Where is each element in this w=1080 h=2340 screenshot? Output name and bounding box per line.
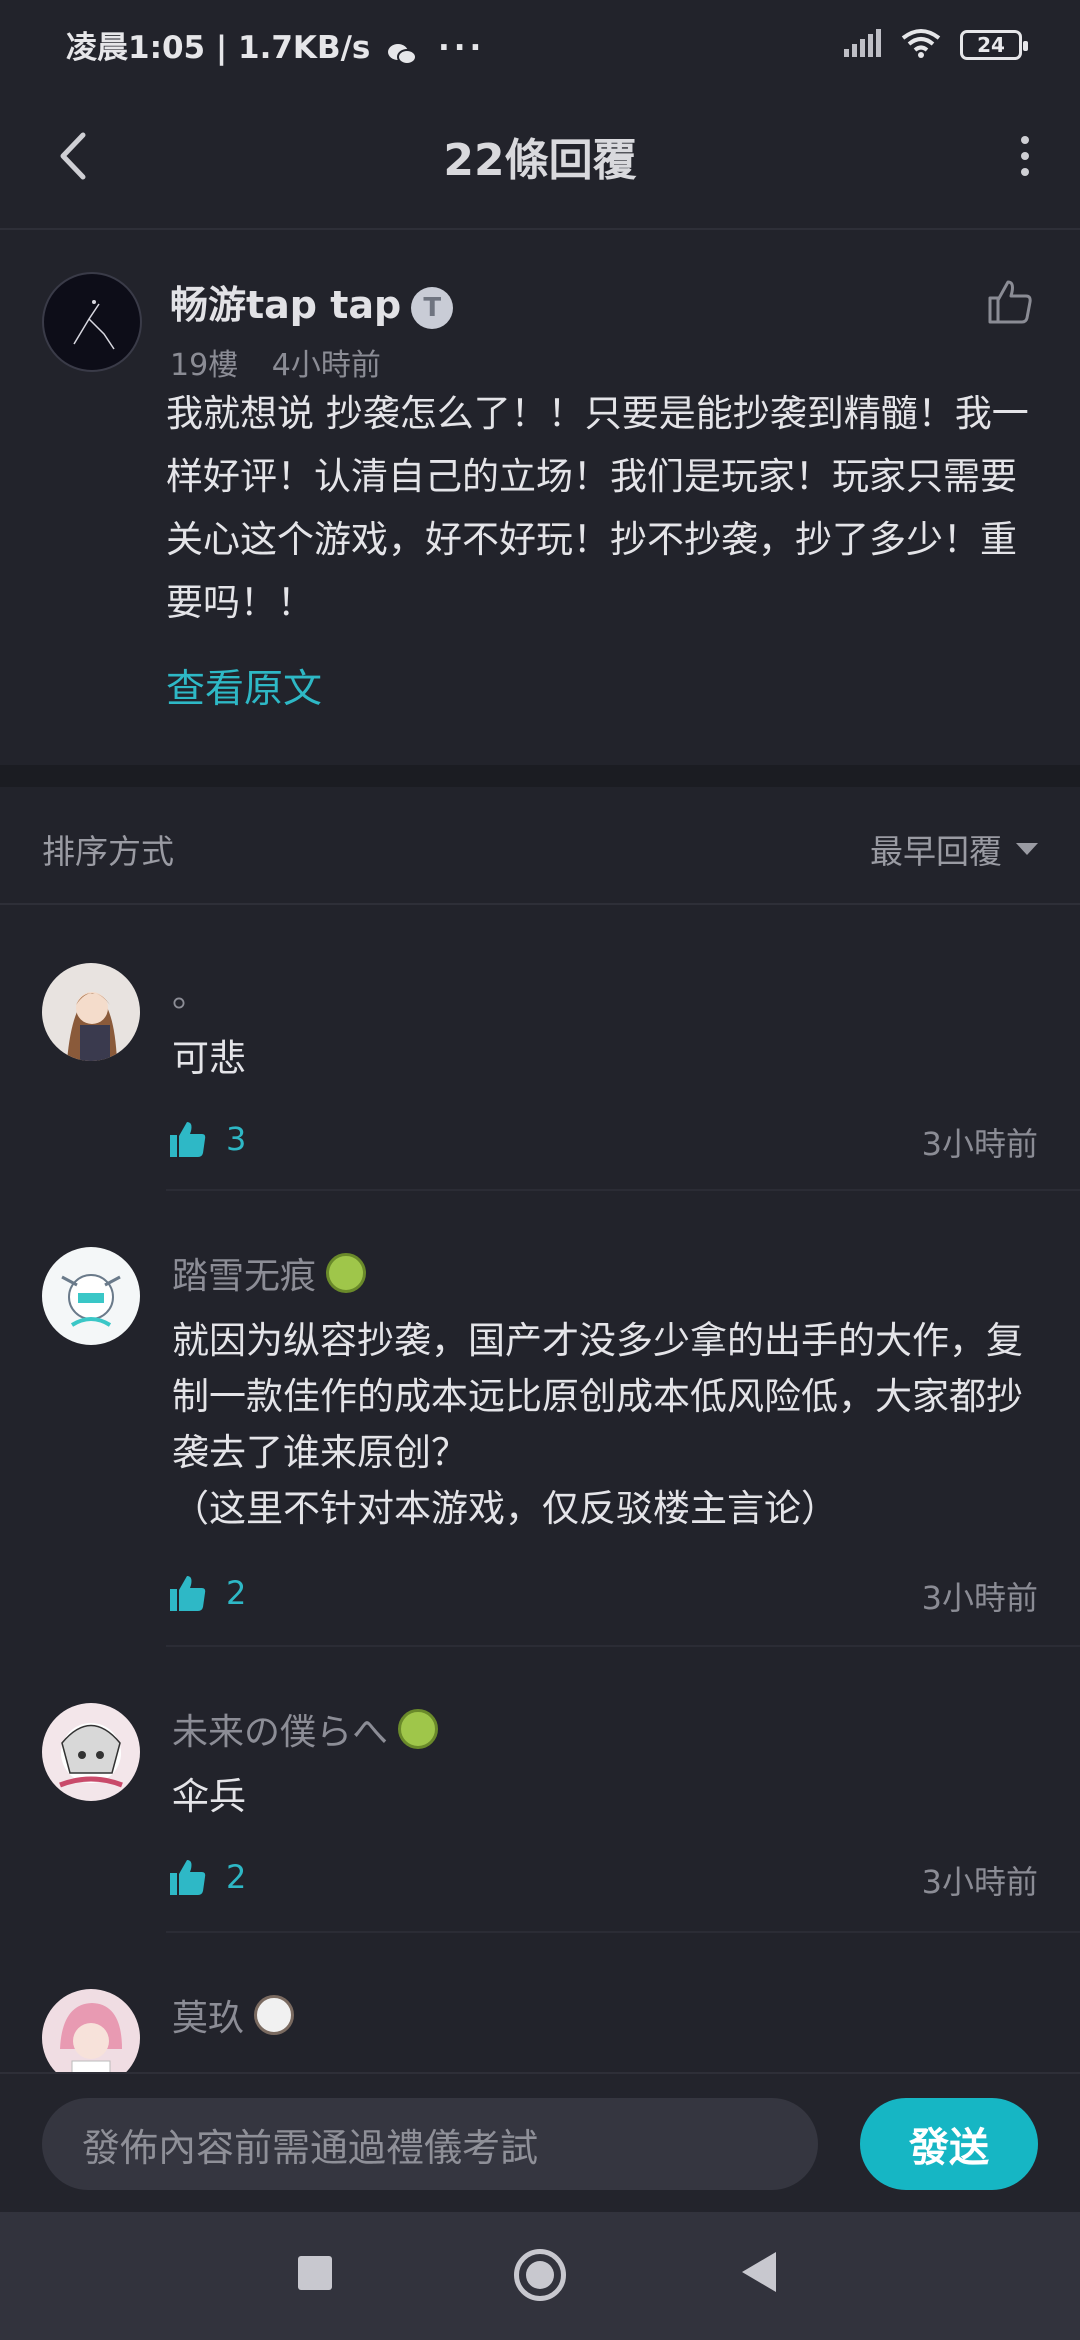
recent-apps-icon[interactable] bbox=[298, 2256, 332, 2290]
op-avatar[interactable] bbox=[42, 272, 142, 372]
more-dot bbox=[1021, 168, 1029, 176]
reply-item: 。 可悲 3 3小時前 bbox=[0, 903, 1080, 1191]
status-icons: 24 bbox=[842, 28, 1028, 62]
status-time: 凌晨1:05 | 1.7KB/s ··· bbox=[66, 22, 485, 67]
status-bar: 凌晨1:05 | 1.7KB/s ··· 24 bbox=[0, 0, 1080, 92]
thumbs-up-icon bbox=[170, 1860, 206, 1895]
reply-author[interactable]: 未来の僕らへ bbox=[172, 1703, 439, 1755]
reply-avatar[interactable] bbox=[42, 1247, 140, 1345]
sort-dropdown[interactable]: 最早回覆 bbox=[870, 825, 1038, 873]
op-meta: 19樓 4小時前 bbox=[170, 340, 381, 384]
reply-time: 3小時前 bbox=[921, 1125, 1038, 1163]
reply-content: 就因为纵容抄袭，国产才没多少拿的出手的大作，复制一款佳作的成本远比原创成本低风险… bbox=[172, 1319, 1023, 1530]
system-nav-bar bbox=[0, 2212, 1080, 2340]
reply-avatar[interactable] bbox=[42, 963, 140, 1061]
thumbs-up-outline-icon bbox=[988, 280, 1032, 324]
reply-time: 3小時前 bbox=[921, 1579, 1038, 1617]
reply-author[interactable]: 踏雪无痕 bbox=[172, 1247, 367, 1299]
level-badge-icon bbox=[326, 1253, 367, 1293]
wechat-icon bbox=[387, 38, 418, 65]
send-button[interactable]: 發送 bbox=[860, 2098, 1038, 2190]
panda-badge-icon bbox=[254, 1995, 295, 2035]
op-author-name[interactable]: 畅游tap tap T bbox=[170, 274, 454, 329]
comment-input[interactable]: 發佈內容前需通過禮儀考試 bbox=[42, 2098, 818, 2190]
app-header: 22條回覆 bbox=[0, 92, 1080, 230]
battery-level: 24 bbox=[977, 33, 1005, 57]
more-dot bbox=[1021, 152, 1029, 160]
avatar-image bbox=[73, 300, 115, 350]
thumbs-up-icon bbox=[170, 1122, 206, 1157]
reply-item: 未来の僕らへ 伞兵 2 3小時前 bbox=[0, 1647, 1080, 1933]
reply-like-count: 3 bbox=[226, 1120, 247, 1158]
reply-like-count: 2 bbox=[226, 1574, 247, 1612]
status-time-text: 凌晨1:05 | 1.7KB/s bbox=[66, 30, 371, 66]
avatar-image bbox=[60, 2003, 122, 2073]
reply-avatar[interactable] bbox=[42, 1703, 140, 1801]
signal-icon bbox=[842, 29, 882, 61]
section-divider bbox=[0, 765, 1080, 787]
nav-back-icon[interactable] bbox=[742, 2252, 776, 2292]
thumbs-up-icon bbox=[170, 1576, 206, 1611]
reply-list: 。 可悲 3 3小時前 踏雪无痕 就因为纵容抄袭，国产才没多少拿的出手的大作，复… bbox=[0, 903, 1080, 2073]
avatar-image bbox=[61, 1274, 121, 1327]
reply-like-button[interactable]: 3 bbox=[168, 1119, 246, 1159]
verified-badge-icon: T bbox=[411, 286, 454, 329]
sort-value-text: 最早回覆 bbox=[870, 832, 1002, 871]
sort-label: 排序方式 bbox=[42, 832, 174, 871]
more-dot bbox=[1021, 136, 1029, 144]
like-button[interactable] bbox=[982, 274, 1038, 330]
reply-like-button[interactable]: 2 bbox=[168, 1573, 246, 1613]
battery-icon: 24 bbox=[960, 30, 1028, 60]
reply-like-button[interactable]: 2 bbox=[168, 1857, 246, 1897]
page-title: 22條回覆 bbox=[443, 135, 637, 186]
level-badge-icon bbox=[398, 1709, 439, 1749]
reply-author-text: 莫玖 bbox=[172, 1998, 245, 2039]
home-icon[interactable] bbox=[514, 2249, 566, 2301]
reply-author-text: 。 bbox=[172, 974, 209, 1015]
reply-item: 踏雪无痕 就因为纵容抄袭，国产才没多少拿的出手的大作，复制一款佳作的成本远比原创… bbox=[0, 1191, 1080, 1647]
reply-author-text: 未来の僕らへ bbox=[172, 1712, 389, 1753]
original-post: 畅游tap tap T 19樓 4小時前 我就想说 抄袭怎么了！！只要是能抄袭到精… bbox=[0, 230, 1080, 765]
reply-author-text: 踏雪无痕 bbox=[172, 1256, 317, 1297]
sort-bar: 排序方式 最早回覆 bbox=[0, 787, 1080, 905]
more-options-button[interactable] bbox=[1000, 122, 1050, 190]
avatar-image bbox=[67, 992, 117, 1061]
op-content: 我就想说 抄袭怎么了！！只要是能抄袭到精髓！我一样好评！认清自己的立场！我们是玩… bbox=[166, 392, 1029, 624]
op-floor: 19樓 bbox=[170, 348, 239, 383]
reply-time: 3小時前 bbox=[921, 1863, 1038, 1901]
avatar-image bbox=[59, 1723, 123, 1788]
op-author-text: 畅游tap tap bbox=[170, 283, 402, 327]
more-notifications-icon: ··· bbox=[437, 30, 486, 66]
reply-author[interactable]: 。 bbox=[172, 965, 208, 1017]
comment-input-bar: 發佈內容前需通過禮儀考試 發送 bbox=[0, 2072, 1080, 2214]
view-original-link[interactable]: 查看原文 bbox=[166, 658, 322, 714]
reply-author[interactable]: 莫玖 bbox=[172, 1989, 295, 2041]
wifi-icon bbox=[900, 28, 942, 62]
dropdown-arrow-icon bbox=[1016, 843, 1038, 855]
home-icon-inner bbox=[526, 2261, 554, 2289]
reply-item: 莫玖 bbox=[0, 1933, 1080, 2073]
reply-content: 伞兵 bbox=[172, 1775, 246, 1818]
reply-content: 可悲 bbox=[172, 1037, 246, 1080]
reply-avatar[interactable] bbox=[42, 1989, 140, 2073]
reply-like-count: 2 bbox=[226, 1858, 247, 1896]
op-time: 4小時前 bbox=[271, 348, 381, 383]
